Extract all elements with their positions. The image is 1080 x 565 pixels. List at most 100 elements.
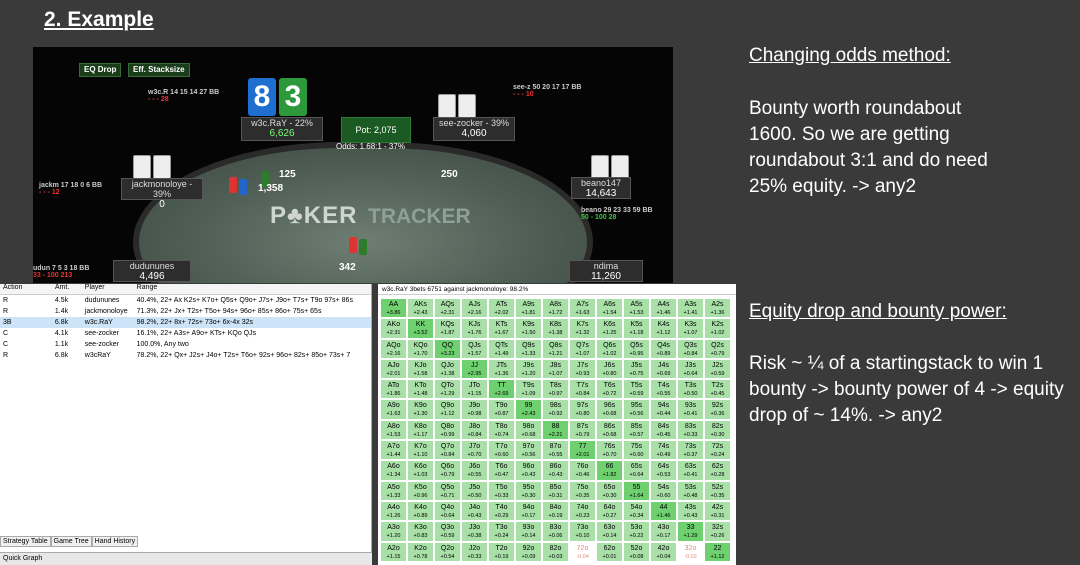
range-cell[interactable]: T2o +0.19 (488, 541, 515, 562)
range-cell[interactable]: A8s +1.72 (542, 298, 569, 319)
range-cell[interactable]: Q3s +0.84 (677, 338, 704, 359)
range-cell[interactable]: 43s +0.43 (677, 500, 704, 522)
range-cell[interactable]: 74s +0.49 (650, 440, 677, 461)
range-cell[interactable]: AKo +2.31 (380, 318, 407, 339)
eff-stacksize-button[interactable]: Eff. Stacksize (128, 63, 190, 77)
range-cell[interactable]: 64s +0.53 (650, 460, 677, 481)
range-cell[interactable]: QJs +1.57 (461, 338, 488, 359)
range-cell[interactable]: AQo +2.16 (380, 338, 407, 359)
range-cell[interactable]: Q6o +0.79 (434, 460, 461, 481)
range-cell[interactable]: 86o +0.43 (542, 460, 569, 481)
range-cell[interactable]: Q8o +0.99 (434, 419, 461, 441)
range-cell[interactable]: 54s +0.60 (650, 480, 677, 501)
range-cell[interactable]: ATs +2.02 (488, 298, 515, 319)
range-cell[interactable]: AQs +2.31 (434, 298, 461, 319)
range-cell[interactable]: T8o +0.74 (488, 419, 515, 441)
range-cell[interactable]: 33 +1.29 (677, 521, 704, 542)
range-cell[interactable]: Q2s +0.79 (704, 338, 731, 359)
range-cell[interactable]: J5s +0.75 (623, 358, 650, 380)
range-cell[interactable]: A7o +1.44 (380, 440, 407, 461)
range-cell[interactable]: 93s +0.41 (677, 399, 704, 420)
range-cell[interactable]: K2s +1.02 (704, 318, 731, 339)
range-cell[interactable]: 63s +0.41 (677, 460, 704, 481)
range-cell[interactable]: KTo +1.48 (407, 379, 434, 400)
player-see-zocker[interactable]: see-zocker - 39% 4,060 (433, 117, 515, 141)
range-cell[interactable]: A4o +1.26 (380, 500, 407, 522)
range-cell[interactable]: 66 +1.82 (596, 460, 623, 481)
strategy-row[interactable]: R 4.5k dudununes 40.4%, 22+ Ax K2s+ K7o+ Q5… (0, 295, 371, 306)
range-cell[interactable]: J8s +1.07 (542, 358, 569, 380)
range-cell[interactable]: A6o +1.34 (380, 460, 407, 481)
range-cell[interactable]: 73o +0.10 (569, 521, 596, 542)
range-cell[interactable]: J3s +0.64 (677, 358, 704, 380)
range-cell[interactable]: J8o +0.84 (461, 419, 488, 441)
strategy-row[interactable]: C 4.1k see-zocker 16.1%, 22+ A3s+ A9o+ KTs+… (0, 328, 371, 339)
range-cell[interactable]: 75o +0.35 (569, 480, 596, 501)
range-cell[interactable]: KQo +1.70 (407, 338, 434, 359)
range-cell[interactable]: 32s +0.26 (704, 521, 731, 542)
range-cell[interactable]: AJs +2.16 (461, 298, 488, 319)
range-cell[interactable]: A3s +1.41 (677, 298, 704, 319)
range-cell[interactable]: T9o +0.87 (488, 399, 515, 420)
range-cell[interactable]: A8o +1.53 (380, 419, 407, 441)
strategy-row[interactable]: R 6.8k w3cRaY 78.2%, 22+ Qx+ J2s+ J4o+ T2s+… (0, 350, 371, 361)
range-cell[interactable]: Q5s +0.95 (623, 338, 650, 359)
range-cell[interactable]: K3s +1.07 (677, 318, 704, 339)
range-cell[interactable]: JTo +1.15 (461, 379, 488, 400)
range-cell[interactable]: AKs +2.43 (407, 298, 434, 319)
range-cell[interactable]: T4s +0.55 (650, 379, 677, 400)
range-cell[interactable]: 97s +0.80 (569, 399, 596, 420)
range-cell[interactable]: T8s +0.97 (542, 379, 569, 400)
range-cell[interactable]: T6o +0.47 (488, 460, 515, 481)
range-cell[interactable]: 92s +0.36 (704, 399, 731, 420)
range-cell[interactable]: T3s +0.50 (677, 379, 704, 400)
range-cell[interactable]: AA +3.86 (380, 298, 407, 319)
range-cell[interactable]: 72o -0.04 (569, 541, 596, 562)
strategy-row-selected[interactable]: 3B 6.8k w3c.RaY 98.2%, 22+ 8x+ 72s+ 73o+ 6x… (0, 317, 371, 328)
range-cell[interactable]: J5o +0.50 (461, 480, 488, 501)
range-cell[interactable]: 62o +0.01 (596, 541, 623, 562)
range-cell[interactable]: Q7o +0.84 (434, 440, 461, 461)
range-cell[interactable]: AJo +2.01 (380, 358, 407, 380)
header-amount[interactable]: Amt. (52, 284, 82, 294)
range-cell[interactable]: K4s +1.12 (650, 318, 677, 339)
range-cell[interactable]: 62s +0.28 (704, 460, 731, 481)
range-cell[interactable]: JTs +1.36 (488, 358, 515, 380)
range-cell[interactable]: 94o +0.17 (515, 500, 542, 522)
range-cell[interactable]: 85s +0.57 (623, 419, 650, 441)
range-cell[interactable]: 93o +0.14 (515, 521, 542, 542)
range-cell[interactable]: Q9s +1.33 (515, 338, 542, 359)
range-cell[interactable]: 92o +0.09 (515, 541, 542, 562)
range-cell[interactable]: T2s +0.45 (704, 379, 731, 400)
range-cell[interactable]: A3o +1.20 (380, 521, 407, 542)
range-cell[interactable]: 55 +1.64 (623, 480, 650, 501)
range-cell[interactable]: K6o +1.03 (407, 460, 434, 481)
range-cell[interactable]: 22 +1.12 (704, 541, 731, 562)
range-cell[interactable]: 73s +0.37 (677, 440, 704, 461)
range-cell[interactable]: 84s +0.45 (650, 419, 677, 441)
range-cell[interactable]: 96s +0.68 (596, 399, 623, 420)
range-cell[interactable]: J9s +1.20 (515, 358, 542, 380)
range-cell[interactable]: Q3o +0.59 (434, 521, 461, 542)
range-cell[interactable]: 43o +0.17 (650, 521, 677, 542)
range-cell[interactable]: A4s +1.46 (650, 298, 677, 319)
tab-strategy-table[interactable]: Strategy Table (0, 536, 51, 547)
range-cell[interactable]: 98s +0.92 (542, 399, 569, 420)
range-cell[interactable]: J9o +0.98 (461, 399, 488, 420)
range-cell[interactable]: 87s +0.79 (569, 419, 596, 441)
range-cell[interactable]: J4o +0.43 (461, 500, 488, 522)
tab-game-tree[interactable]: Game Tree (50, 536, 92, 547)
eq-drop-button[interactable]: EQ Drop (79, 63, 122, 77)
range-cell[interactable]: Q7s +1.07 (569, 338, 596, 359)
range-cell[interactable]: A9o +1.63 (380, 399, 407, 420)
range-cell[interactable]: K5o +0.96 (407, 480, 434, 501)
range-cell[interactable]: Q9o +1.12 (434, 399, 461, 420)
range-cell[interactable]: K9s +1.50 (515, 318, 542, 339)
range-cell[interactable]: Q6s +1.02 (596, 338, 623, 359)
range-cell[interactable]: J2o +0.33 (461, 541, 488, 562)
range-cell[interactable]: 65s +0.64 (623, 460, 650, 481)
range-cell[interactable]: T5o +0.33 (488, 480, 515, 501)
range-cell[interactable]: Q8s +1.21 (542, 338, 569, 359)
range-cell[interactable]: K8o +1.17 (407, 419, 434, 441)
range-cell[interactable]: 98o +0.68 (515, 419, 542, 441)
